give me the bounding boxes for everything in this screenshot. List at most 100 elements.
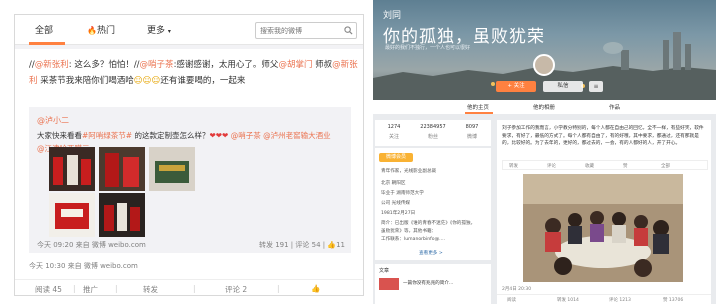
- stat-label: 粉丝: [427, 134, 438, 140]
- thumb-up-icon[interactable]: 👍: [327, 241, 336, 249]
- info-line: 北京 朝阳区: [381, 181, 406, 186]
- stat-label: 微博: [466, 134, 477, 140]
- like-count[interactable]: 11: [336, 241, 345, 249]
- info-line: 工作联系：lumanorbinfo@....: [381, 237, 446, 242]
- info-line: 毕业于 湖南师范大学: [381, 191, 424, 196]
- post-photo-thumb[interactable]: [99, 193, 145, 237]
- repost-button[interactable]: 转发: [143, 284, 158, 295]
- cover-title: 刘同 你的孤独，虽败犹荣: [383, 8, 545, 47]
- tab-works[interactable]: 作品: [609, 103, 620, 111]
- info-line: 简介：已出版《谁的青春不迷茫》《你的孤独，: [381, 221, 476, 226]
- search-input[interactable]: [260, 25, 340, 37]
- active-tab-indicator: [465, 112, 493, 114]
- topic-link[interactable]: #阿哨绿茶节#: [82, 131, 132, 140]
- weibo-profile-page: 刘同 你的孤独，虽败犹荣 最好的我们不独行，一个人也可以很好 + 关注 私信 ≡…: [373, 0, 716, 304]
- feed-tab-bar: 全部 🔥热门 更多 ▾: [15, 15, 363, 45]
- tool-like[interactable]: 赞: [623, 163, 628, 169]
- post-text: //@新张利: 这么多？怕怕！//@哨子茶:感谢感谢，太用心了。师父@胡掌门 师…: [29, 57, 359, 89]
- profile-name: 刘同: [383, 11, 402, 21]
- repost-button[interactable]: 转发 1014: [557, 297, 579, 303]
- post-photo-thumb[interactable]: [49, 193, 95, 237]
- repost-count[interactable]: 转发 191: [259, 241, 289, 249]
- info-line: 公司 光线传媒: [381, 201, 411, 206]
- post-text-seg: : 这么多？怕怕！//: [68, 60, 140, 70]
- repost-author-link[interactable]: @泸小二: [37, 115, 69, 126]
- info-line: 1981年2月27日: [381, 211, 416, 216]
- see-more-link[interactable]: 查看更多 >: [419, 250, 443, 256]
- mention-link[interactable]: @新张利: [35, 60, 69, 70]
- divider: |: [73, 284, 76, 293]
- info-line: 青年作家，光线影业副总裁: [381, 169, 437, 174]
- flame-icon: 🔥: [87, 26, 97, 35]
- vip-badge[interactable]: 微博会员: [379, 153, 413, 162]
- follow-button[interactable]: + 关注: [496, 81, 536, 92]
- post-text-seg: 师叔: [312, 60, 333, 70]
- tab-more[interactable]: 更多 ▾: [147, 23, 171, 36]
- tab-albums[interactable]: 他的相册: [533, 103, 555, 111]
- post-action-bar: 阅读 45 | 推广 | 转发 | 评论 2 | 👍: [15, 279, 363, 295]
- comment-button[interactable]: 评论 1213: [609, 297, 631, 303]
- message-button[interactable]: 私信: [543, 81, 583, 92]
- search-icon[interactable]: [344, 26, 353, 35]
- tab-hot[interactable]: 🔥热门: [87, 23, 115, 36]
- views-count: 阅读: [507, 298, 516, 303]
- tab-home[interactable]: 他的主页: [467, 103, 489, 111]
- repost-text-seg: 大家快来看看: [37, 131, 82, 140]
- post-text-seg: :感谢感谢，太用心了。师父: [173, 60, 279, 70]
- stat-value: 8097: [465, 124, 479, 130]
- weibo-feed-panel: 全部 🔥热门 更多 ▾ //@新张利: 这么多？怕怕！//@哨子茶:感谢感谢，太…: [14, 14, 364, 296]
- stat-value: 1274: [387, 124, 401, 130]
- repost-stats: 转发 191 | 评论 54 | 👍11: [258, 241, 345, 249]
- views-count: 阅读 45: [35, 285, 62, 294]
- tool-favorite[interactable]: 收藏: [585, 163, 594, 169]
- stat-label: 关注: [388, 134, 399, 140]
- like-button[interactable]: 赞 13706: [663, 297, 683, 303]
- repost-text-seg: 的这款定制壶怎么样？: [132, 131, 210, 140]
- mention-link[interactable]: @泸州老窖输大酒业: [261, 131, 331, 140]
- tab-more-label: 更多: [147, 26, 166, 36]
- post-text-seg: 还有谁要喝的，一起来: [160, 76, 246, 86]
- mention-link[interactable]: @哨子茶: [140, 60, 174, 70]
- tab-all[interactable]: 全部: [35, 23, 53, 36]
- info-line: 虽败犹荣》等，其他书籍：: [381, 229, 437, 234]
- post-photo-thumb[interactable]: [99, 147, 145, 191]
- stat-following[interactable]: 1274 关注: [375, 124, 413, 140]
- post-photo-thumb[interactable]: [149, 147, 195, 191]
- stat-followers[interactable]: 22384957 粉丝: [414, 124, 452, 140]
- profile-info-card: 微博会员 青年作家，光线影业副总裁 北京 朝阳区 毕业于 湖南师范大学 公司 光…: [375, 148, 491, 260]
- article-thumbnail[interactable]: [379, 278, 399, 290]
- smile-emoji-icon: ☺☺☺: [133, 76, 161, 86]
- promote-button[interactable]: 推广: [83, 284, 98, 295]
- search-box[interactable]: [255, 22, 357, 39]
- tool-repost[interactable]: 转发: [509, 163, 518, 169]
- thumb-up-icon: 👍: [311, 284, 321, 293]
- mention-link[interactable]: @胡掌门: [278, 60, 312, 70]
- article-card: 文章 一篇你没有兆兆的简介...: [375, 264, 491, 304]
- post-text: 刘子参加工作的我而言，小学教分特别的，每个人都在自由己的回忆，全不一样，有些好笑…: [502, 126, 704, 146]
- divider: |: [277, 284, 280, 293]
- heart-emoji-icon: ❤❤❤: [209, 131, 229, 140]
- post-meta: 2月4日 20:30: [502, 287, 532, 292]
- comment-count[interactable]: 评论 54: [295, 241, 320, 249]
- stat-posts[interactable]: 8097 微博: [453, 124, 491, 140]
- article-title-link[interactable]: 一篇你没有兆兆的简介...: [403, 280, 453, 286]
- profile-tab-bar: 他的主页 他的相册 作品: [373, 100, 716, 114]
- post-text-seg: 采茶节我来陪你们喝酒哈: [37, 76, 134, 86]
- tool-comment[interactable]: 评论: [547, 163, 556, 169]
- chevron-down-icon: ▾: [167, 28, 171, 35]
- more-menu-button[interactable]: ≡: [589, 81, 603, 92]
- stat-value: 22384957: [420, 124, 446, 130]
- active-tab-indicator: [29, 42, 65, 45]
- like-button[interactable]: 👍: [311, 284, 320, 293]
- mention-link[interactable]: @哨子茶: [228, 131, 261, 140]
- feed-post-card: //@新张利: 这么多？怕怕！//@哨子茶:感谢感谢，太用心了。师父@胡掌门 师…: [15, 49, 363, 295]
- comment-button[interactable]: 评论 2: [225, 284, 247, 295]
- post-group-photo[interactable]: [523, 174, 683, 282]
- repost-meta: 今天 09:20 来自 微博 weibo.com: [37, 241, 146, 249]
- tool-all[interactable]: 全部: [661, 163, 670, 169]
- post-photo-thumb[interactable]: [49, 147, 95, 191]
- divider: |: [115, 284, 118, 293]
- repost-box: @泸小二 大家快来看看#阿哨绿茶节# 的这款定制壶怎么样？❤❤❤ @哨子茶 @泸…: [29, 107, 351, 253]
- avatar[interactable]: [533, 54, 555, 76]
- divider: |: [193, 284, 196, 293]
